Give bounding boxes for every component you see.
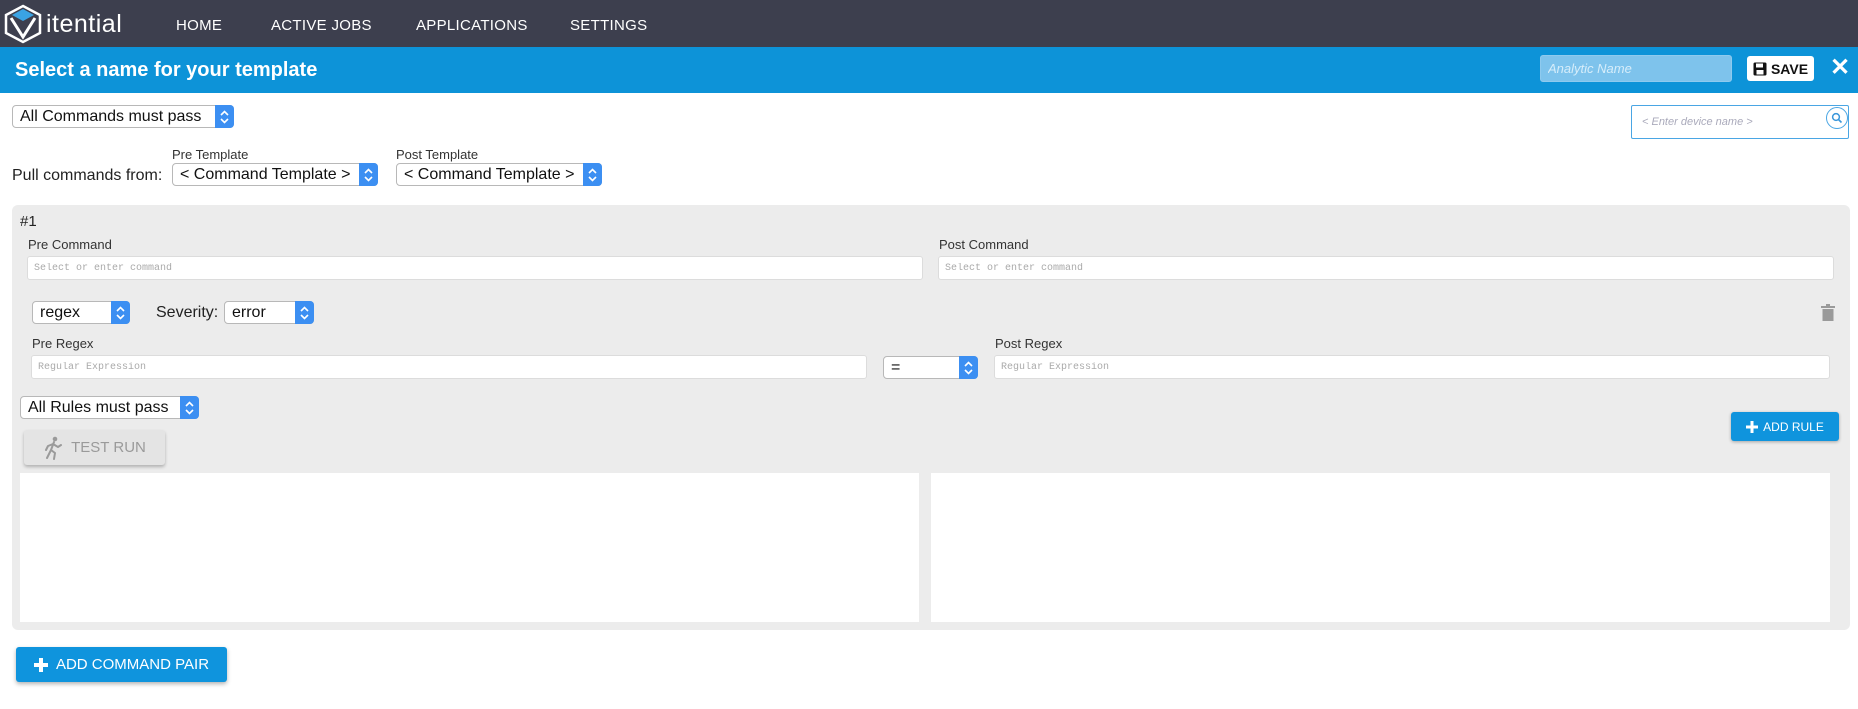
test-run-button[interactable]: TEST RUN bbox=[24, 430, 165, 465]
nav-active-jobs[interactable]: ACTIVE JOBS bbox=[271, 17, 372, 34]
search-icon[interactable] bbox=[1826, 107, 1848, 129]
page-title: Select a name for your template bbox=[15, 59, 318, 81]
top-nav: itential HOME ACTIVE JOBS APPLICATIONS S… bbox=[0, 0, 1858, 47]
pre-command-label: Pre Command bbox=[28, 237, 112, 252]
post-template-value: < Command Template > bbox=[404, 165, 575, 183]
post-regex-label: Post Regex bbox=[995, 336, 1063, 351]
pre-template-value: < Command Template > bbox=[180, 165, 351, 183]
rules-pass-mode-value: All Rules must pass bbox=[28, 398, 169, 416]
pre-command-input[interactable] bbox=[27, 256, 923, 280]
severity-select[interactable]: error bbox=[224, 301, 314, 324]
severity-label: Severity: bbox=[156, 304, 219, 321]
select-arrows-icon bbox=[959, 356, 978, 379]
select-arrows-icon bbox=[180, 396, 199, 419]
commands-pass-mode-select[interactable]: All Commands must pass bbox=[12, 105, 234, 128]
brand-name: itential bbox=[46, 10, 123, 38]
add-command-pair-label: ADD COMMAND PAIR bbox=[55, 656, 210, 673]
add-command-pair-button[interactable]: ADD COMMAND PAIR bbox=[16, 647, 227, 682]
nav-home[interactable]: HOME bbox=[176, 17, 222, 34]
plus-icon bbox=[1746, 420, 1759, 433]
select-arrows-icon bbox=[295, 301, 314, 324]
pre-template-label: Pre Template bbox=[172, 147, 249, 162]
nav-settings[interactable]: SETTINGS bbox=[570, 17, 647, 34]
add-rule-label: ADD RULE bbox=[1763, 419, 1824, 434]
rule-type-value: regex bbox=[40, 303, 81, 321]
commands-pass-mode-value: All Commands must pass bbox=[20, 107, 202, 125]
close-icon[interactable]: ✕ bbox=[1830, 55, 1850, 81]
select-arrows-icon bbox=[215, 105, 234, 128]
template-title-bar: Select a name for your template SAVE ✕ bbox=[0, 47, 1858, 93]
operator-value: = bbox=[891, 358, 901, 376]
post-template-label: Post Template bbox=[396, 147, 479, 162]
plus-icon bbox=[33, 657, 48, 672]
pre-template-select[interactable]: < Command Template > bbox=[172, 163, 378, 186]
select-arrows-icon bbox=[359, 163, 378, 186]
test-run-label: TEST RUN bbox=[71, 439, 146, 456]
add-rule-button[interactable]: ADD RULE bbox=[1731, 412, 1839, 441]
select-arrows-icon bbox=[583, 163, 602, 186]
post-regex-input[interactable] bbox=[994, 355, 1830, 379]
itential-logo[interactable] bbox=[4, 4, 42, 44]
post-template-select[interactable]: < Command Template > bbox=[396, 163, 602, 186]
running-man-icon bbox=[45, 436, 63, 460]
post-command-label: Post Command bbox=[939, 237, 1029, 252]
save-button[interactable]: SAVE bbox=[1747, 56, 1814, 81]
pre-regex-label: Pre Regex bbox=[32, 336, 94, 351]
pull-commands-label: Pull commands from: bbox=[12, 167, 163, 184]
post-command-input[interactable] bbox=[938, 256, 1834, 280]
pair-number: #1 bbox=[20, 213, 37, 230]
nav-applications[interactable]: APPLICATIONS bbox=[416, 17, 528, 34]
analytic-name-input[interactable] bbox=[1540, 55, 1732, 82]
select-arrows-icon bbox=[111, 301, 130, 324]
pre-output-box bbox=[20, 473, 919, 622]
rule-type-select[interactable]: regex bbox=[32, 301, 130, 324]
severity-value: error bbox=[232, 303, 266, 321]
operator-select[interactable]: = bbox=[883, 356, 978, 379]
pre-regex-input[interactable] bbox=[31, 355, 867, 379]
save-disk-icon bbox=[1753, 62, 1767, 75]
device-name-input[interactable] bbox=[1631, 105, 1849, 139]
post-output-box bbox=[931, 473, 1830, 622]
trash-icon[interactable] bbox=[1821, 304, 1835, 321]
rules-pass-mode-select[interactable]: All Rules must pass bbox=[20, 396, 199, 419]
save-label: SAVE bbox=[1770, 60, 1809, 77]
